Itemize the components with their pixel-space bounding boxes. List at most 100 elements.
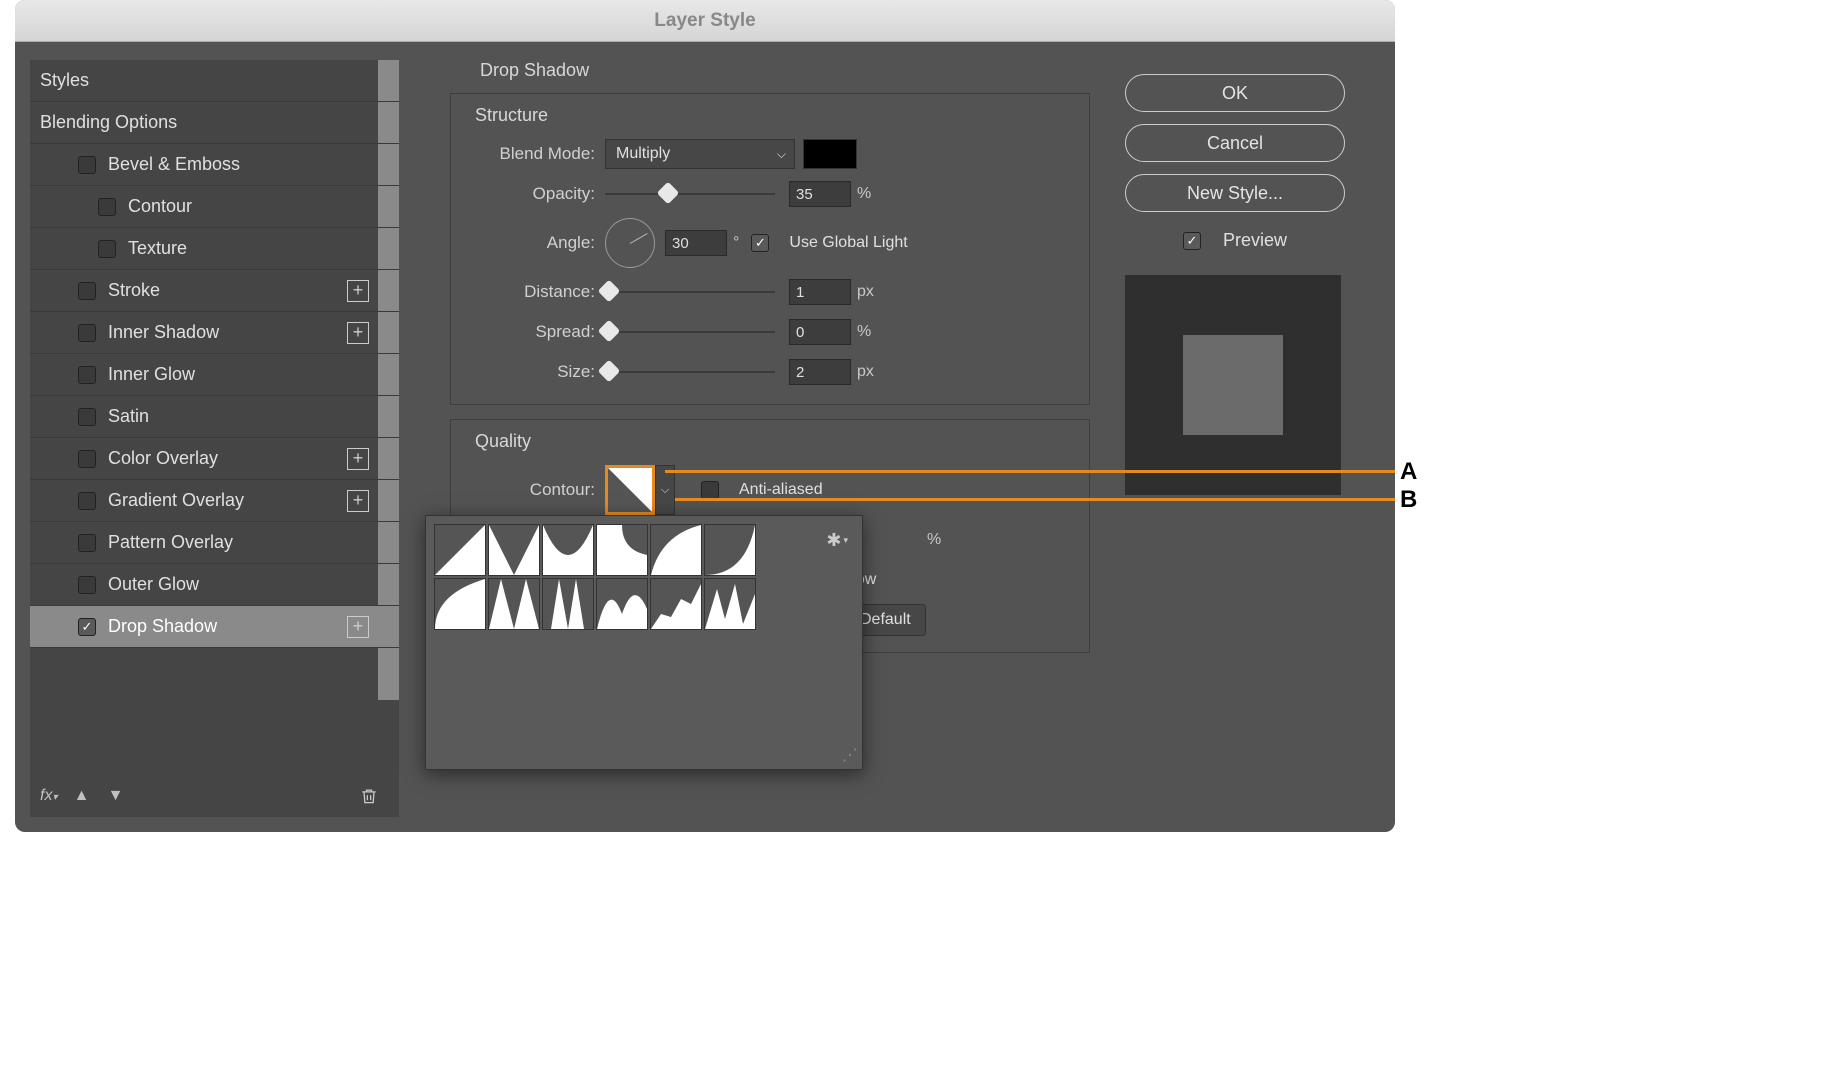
opacity-input[interactable] <box>789 181 851 207</box>
checkbox-bevel-emboss[interactable] <box>78 156 96 174</box>
unit-label: % <box>927 531 941 549</box>
sidebar-item-label: Stroke <box>108 280 160 301</box>
contour-preset-sawtooth[interactable] <box>704 578 756 630</box>
checkbox-color-overlay[interactable] <box>78 450 96 468</box>
sidebar-header-styles[interactable]: Styles <box>30 60 399 102</box>
structure-group: Structure Blend Mode: Multiply ⌵ Opacity… <box>450 93 1090 405</box>
cancel-button[interactable]: Cancel <box>1125 124 1345 162</box>
move-up-icon[interactable]: ▲ <box>71 786 91 806</box>
global-light-label: Use Global Light <box>789 234 907 252</box>
contour-preset-half-round[interactable] <box>434 578 486 630</box>
chevron-down-icon: ⌵ <box>777 147 786 162</box>
sidebar-item-outer-glow[interactable]: Outer Glow <box>30 564 399 606</box>
slider-thumb[interactable] <box>657 182 680 205</box>
contour-preset-ring-double[interactable] <box>542 578 594 630</box>
preview-canvas <box>1125 275 1341 495</box>
ok-button[interactable]: OK <box>1125 74 1345 112</box>
fx-menu-icon[interactable]: fx▾ <box>40 787 57 805</box>
sidebar-item-contour[interactable]: Contour <box>30 186 399 228</box>
sidebar-item-inner-glow[interactable]: Inner Glow <box>30 354 399 396</box>
sidebar-item-label: Satin <box>108 406 149 427</box>
add-instance-icon[interactable]: + <box>347 322 369 344</box>
size-label: Size: <box>465 362 595 382</box>
checkbox-contour[interactable] <box>98 198 116 216</box>
quality-title: Quality <box>471 431 535 452</box>
sidebar-item-gradient-overlay[interactable]: Gradient Overlay + <box>30 480 399 522</box>
unit-label: % <box>857 185 871 203</box>
checkbox-texture[interactable] <box>98 240 116 258</box>
contour-preset-rounded-steps[interactable] <box>650 578 702 630</box>
new-style-button[interactable]: New Style... <box>1125 174 1345 212</box>
contour-preset-gaussian[interactable] <box>704 524 756 576</box>
contour-preset-linear[interactable] <box>434 524 486 576</box>
sidebar-footer: fx▾ ▲ ▼ <box>30 775 399 817</box>
contour-preset-cone[interactable] <box>488 524 540 576</box>
shadow-color-swatch[interactable] <box>803 139 857 169</box>
size-input[interactable] <box>789 359 851 385</box>
angle-input[interactable] <box>665 230 727 256</box>
opacity-label: Opacity: <box>465 184 595 204</box>
add-instance-icon[interactable]: + <box>347 280 369 302</box>
blend-mode-row: Blend Mode: Multiply ⌵ <box>465 136 1075 172</box>
checkbox-stroke[interactable] <box>78 282 96 300</box>
add-instance-icon[interactable]: + <box>347 490 369 512</box>
resize-grip-icon[interactable]: ⋰ <box>842 745 858 765</box>
checkbox-inner-glow[interactable] <box>78 366 96 384</box>
preview-label: Preview <box>1223 230 1287 251</box>
sidebar-item-inner-shadow[interactable]: Inner Shadow + <box>30 312 399 354</box>
distance-input[interactable] <box>789 279 851 305</box>
size-slider[interactable] <box>605 371 775 373</box>
opacity-slider[interactable] <box>605 193 775 195</box>
global-light-checkbox[interactable]: ✓ <box>751 234 769 252</box>
trash-icon[interactable] <box>359 786 379 806</box>
checkbox-outer-glow[interactable] <box>78 576 96 594</box>
anti-aliased-checkbox[interactable] <box>701 481 719 499</box>
layer-style-dialog: Layer Style Styles Blending Options Beve… <box>15 0 1395 832</box>
popup-menu-gear-icon[interactable]: ✱▾ <box>826 530 848 551</box>
contour-preview[interactable] <box>605 465 655 515</box>
sidebar-item-bevel-emboss[interactable]: Bevel & Emboss <box>30 144 399 186</box>
contour-preset-cove-shallow[interactable] <box>650 524 702 576</box>
preview-checkbox[interactable]: ✓ <box>1183 232 1201 250</box>
contour-preset-rolling-slope[interactable] <box>596 578 648 630</box>
move-down-icon[interactable]: ▼ <box>105 786 125 806</box>
sidebar-item-stroke[interactable]: Stroke + <box>30 270 399 312</box>
checkbox-drop-shadow[interactable]: ✓ <box>78 618 96 636</box>
add-instance-icon[interactable]: + <box>347 616 369 638</box>
opacity-row: Opacity: % <box>465 176 1075 212</box>
distance-label: Distance: <box>465 282 595 302</box>
size-row: Size: px <box>465 354 1075 390</box>
slider-thumb[interactable] <box>598 280 621 303</box>
sidebar-item-satin[interactable]: Satin <box>30 396 399 438</box>
spread-input[interactable] <box>789 319 851 345</box>
distance-slider[interactable] <box>605 291 775 293</box>
sidebar-header-blending[interactable]: Blending Options <box>30 102 399 144</box>
distance-row: Distance: px <box>465 274 1075 310</box>
slider-thumb[interactable] <box>598 320 621 343</box>
contour-label: Contour: <box>465 480 595 500</box>
contour-preset-cove-deep[interactable] <box>596 524 648 576</box>
sidebar-item-pattern-overlay[interactable]: Pattern Overlay <box>30 522 399 564</box>
checkbox-pattern-overlay[interactable] <box>78 534 96 552</box>
window-titlebar: Layer Style <box>15 0 1395 42</box>
checkbox-inner-shadow[interactable] <box>78 324 96 342</box>
spread-slider[interactable] <box>605 331 775 333</box>
sidebar-item-texture[interactable]: Texture <box>30 228 399 270</box>
dialog-body: Styles Blending Options Bevel & Emboss C… <box>30 60 1380 817</box>
checkbox-satin[interactable] <box>78 408 96 426</box>
spread-row: Spread: % <box>465 314 1075 350</box>
sidebar-item-drop-shadow[interactable]: ✓ Drop Shadow + <box>30 606 399 648</box>
preview-toggle-row: ✓ Preview <box>1125 230 1345 251</box>
contour-preset-ring[interactable] <box>488 578 540 630</box>
slider-thumb[interactable] <box>598 360 621 383</box>
panel-title: Drop Shadow <box>480 60 1090 81</box>
add-instance-icon[interactable]: + <box>347 448 369 470</box>
angle-dial[interactable] <box>605 218 655 268</box>
blend-mode-dropdown[interactable]: Multiply ⌵ <box>605 139 795 169</box>
sidebar-item-label: Outer Glow <box>108 574 199 595</box>
contour-preset-cone-inverted[interactable] <box>542 524 594 576</box>
checkbox-gradient-overlay[interactable] <box>78 492 96 510</box>
sidebar-item-label: Inner Glow <box>108 364 195 385</box>
sidebar-item-color-overlay[interactable]: Color Overlay + <box>30 438 399 480</box>
sidebar-item-label: Inner Shadow <box>108 322 219 343</box>
